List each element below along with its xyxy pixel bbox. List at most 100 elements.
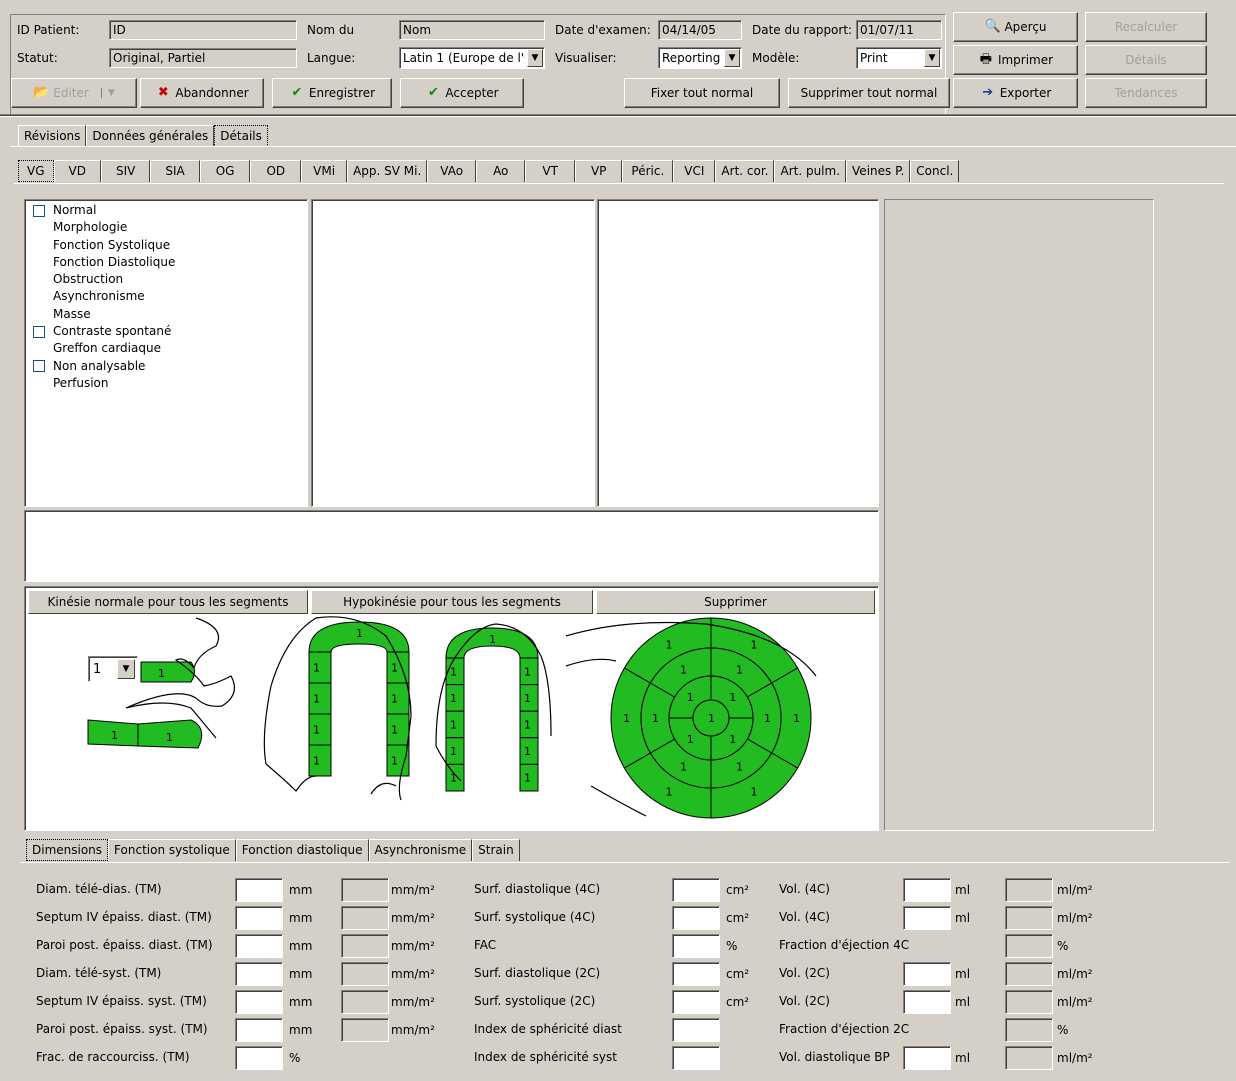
subtab-og[interactable]: OG [199, 160, 251, 182]
subtab-vci[interactable]: VCI [673, 160, 716, 182]
subtab-od[interactable]: OD [250, 160, 302, 182]
tree-item[interactable]: Fonction Systolique [33, 237, 175, 254]
modele-select[interactable]: Print ▼ [856, 47, 942, 69]
tree-item[interactable]: Obstruction [33, 271, 175, 288]
findings-list-3[interactable] [597, 199, 879, 507]
chevron-down-icon[interactable]: ▼ [100, 88, 115, 98]
subtab-vmi[interactable]: VMi [301, 160, 348, 182]
subtab-vt[interactable]: VT [525, 160, 575, 182]
imprimer-button[interactable]: 🖶 Imprimer [953, 45, 1078, 75]
details-button[interactable]: Détails [1085, 45, 1207, 75]
dimension-input[interactable] [235, 1018, 283, 1042]
patient-id-field[interactable]: ID [109, 20, 297, 40]
tab-fonction-diastolique[interactable]: Fonction diastolique [235, 839, 369, 861]
chevron-down-icon[interactable]: ▼ [924, 49, 940, 67]
segment-score-label: 1 [450, 772, 457, 785]
fixer-tout-normal-button[interactable]: Fixer tout normal [624, 78, 780, 108]
exporter-button[interactable]: ➔ Exporter [953, 78, 1078, 108]
tab-donnees-generales[interactable]: Données générales [86, 125, 215, 147]
dimension-indexed-value [1005, 962, 1053, 986]
segment[interactable] [140, 661, 195, 683]
dimension-indexed-value [341, 990, 389, 1014]
tree-item[interactable]: Morphologie [33, 219, 175, 236]
subtab-siv[interactable]: SIV [100, 160, 151, 182]
enregistrer-button[interactable]: ✔ Enregistrer [272, 78, 392, 108]
dimension-input[interactable] [903, 878, 951, 902]
chevron-down-icon[interactable]: ▼ [527, 49, 543, 67]
tab-dimensions[interactable]: Dimensions [26, 839, 109, 861]
dimension-input[interactable] [672, 906, 720, 930]
langue-select[interactable]: Latin 1 (Europe de l'O ▼ [399, 47, 545, 69]
dimension-indexed-value [341, 878, 389, 902]
nom-field[interactable]: Nom [399, 20, 545, 40]
dimension-input[interactable] [235, 906, 283, 930]
subtab-ao[interactable]: Ao [476, 160, 526, 182]
subtab-art-pulm[interactable]: Art. pulm. [774, 160, 847, 182]
dimension-input[interactable] [903, 906, 951, 930]
dimension-input[interactable] [672, 962, 720, 986]
apercu-button[interactable]: 🔍 Aperçu [953, 12, 1078, 42]
tree-item[interactable]: Masse [33, 306, 175, 323]
checkbox[interactable] [33, 360, 45, 373]
subtab-art-cor[interactable]: Art. cor. [715, 160, 775, 182]
tree-item[interactable]: Greffon cardiaque [33, 340, 175, 357]
tree-item[interactable]: Fonction Diastolique [33, 254, 175, 271]
subtab-vao[interactable]: VAo [427, 160, 477, 182]
supprimer-tout-normal-button[interactable]: Supprimer tout normal [788, 78, 950, 108]
abandonner-button[interactable]: ✖ Abandonner [140, 78, 264, 108]
dimension-input[interactable] [672, 878, 720, 902]
subtab-app-sv-mi[interactable]: App. SV Mi. [347, 160, 428, 182]
dimension-input[interactable] [235, 962, 283, 986]
bullseye-diagram[interactable]: 11 111111111111111111111 11111111111111111 [26, 616, 878, 829]
chevron-down-icon[interactable]: ▼ [724, 49, 740, 67]
segment-score-select[interactable]: 1 ▼ [88, 656, 138, 682]
tab-revisions[interactable]: Révisions [18, 125, 87, 147]
tab-strain[interactable]: Strain [472, 839, 520, 861]
dimension-input[interactable] [672, 1018, 720, 1042]
sub-tab-panel-border [14, 183, 1224, 184]
dimension-input[interactable] [672, 1046, 720, 1070]
findings-list-2[interactable] [311, 199, 595, 507]
findings-tree-panel[interactable]: Normal Morphologie Fonction Systolique Fonc… [24, 199, 308, 507]
subtab-vd[interactable]: VD [53, 160, 101, 182]
statut-field[interactable]: Original, Partiel [109, 48, 297, 68]
dimension-input[interactable] [903, 1046, 951, 1070]
tendances-button[interactable]: Tendances [1085, 78, 1207, 108]
subtab-veines-p[interactable]: Veines P. [846, 160, 911, 182]
dimension-input[interactable] [672, 934, 720, 958]
editer-button[interactable]: 📂 Editer ▼ [11, 78, 137, 108]
checkbox[interactable] [33, 204, 45, 217]
tab-details[interactable]: Détails [214, 125, 268, 147]
tree-item[interactable]: Contraste spontané [33, 323, 175, 340]
tree-item[interactable]: Non analysable [33, 358, 175, 375]
kinesie-normale-button[interactable]: Kinésie normale pour tous les segments [28, 590, 308, 614]
dimension-input[interactable] [235, 1046, 283, 1070]
hypokinesie-button[interactable]: Hypokinésie pour tous les segments [311, 590, 593, 614]
report-date-field[interactable]: 01/07/11 [856, 20, 942, 40]
dimension-input[interactable] [235, 878, 283, 902]
subtab-peric[interactable]: Péric. [622, 160, 674, 182]
dimension-input[interactable] [672, 990, 720, 1014]
subtab-vp[interactable]: VP [574, 160, 623, 182]
supprimer-segments-button[interactable]: Supprimer [596, 590, 875, 614]
dimension-input[interactable] [235, 934, 283, 958]
tree-item[interactable]: Normal [33, 202, 175, 219]
dimension-input[interactable] [903, 990, 951, 1014]
subtab-concl[interactable]: Concl. [910, 160, 960, 182]
recalculer-button[interactable]: Recalculer [1085, 12, 1207, 42]
tab-asynchronisme[interactable]: Asynchronisme [368, 839, 473, 861]
tree-item[interactable]: Asynchronisme [33, 288, 175, 305]
exam-date-field[interactable]: 04/14/05 [658, 20, 742, 40]
dimension-indexed-unit: % [1057, 1023, 1069, 1037]
subtab-vg[interactable]: VG [18, 160, 54, 182]
dimension-input[interactable] [903, 962, 951, 986]
checkbox[interactable] [33, 325, 45, 338]
comment-textarea[interactable] [24, 510, 879, 582]
visualiser-select[interactable]: Reporting ▼ [658, 47, 742, 69]
chevron-down-icon[interactable]: ▼ [117, 659, 135, 679]
accepter-button[interactable]: ✔ Accepter [400, 78, 524, 108]
tree-item[interactable]: Perfusion [33, 375, 175, 392]
tab-fonction-systolique[interactable]: Fonction systolique [108, 839, 236, 861]
subtab-sia[interactable]: SIA [150, 160, 200, 182]
dimension-input[interactable] [235, 990, 283, 1014]
